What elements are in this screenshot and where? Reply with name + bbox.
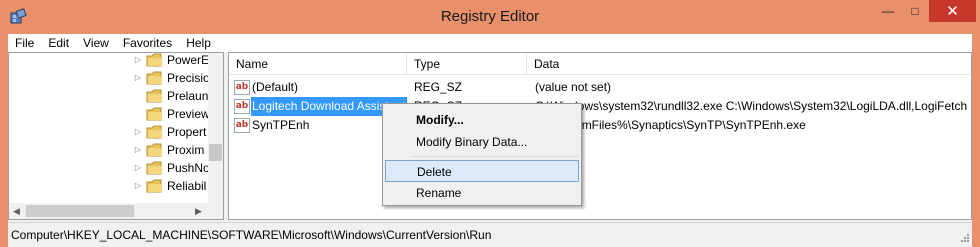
tree-item[interactable]: ▷ PowerE (9, 53, 208, 69)
context-menu-rename[interactable]: Rename (385, 182, 579, 204)
title-bar[interactable]: Registry Editor — □ ✕ (0, 0, 980, 34)
column-header-name[interactable]: Name (229, 53, 407, 75)
menu-help[interactable]: Help (179, 36, 218, 50)
tree-item[interactable]: ▷ Propert (9, 123, 208, 141)
tree-item[interactable]: ▷ Reliabil (9, 177, 208, 195)
value-row-selected[interactable]: ab Logitech Download Assistant REG_SZ C:… (229, 97, 971, 116)
tree-item-label: PushNo (167, 161, 208, 175)
expand-arrow-icon[interactable]: ▷ (134, 181, 142, 191)
context-menu-modify[interactable]: Modify... (385, 109, 579, 131)
close-button[interactable]: ✕ (929, 0, 976, 22)
value-data: C:\Windows\system32\rundll32.exe C:\Wind… (535, 99, 968, 113)
tree-item-label: Propert (167, 125, 207, 139)
folder-icon (146, 89, 162, 103)
menu-view[interactable]: View (76, 36, 116, 50)
minimize-button[interactable]: — (874, 0, 902, 22)
folder-icon (146, 161, 162, 175)
expand-arrow-icon[interactable] (134, 109, 142, 119)
expand-arrow-icon[interactable]: ▷ (134, 127, 142, 137)
folder-icon (146, 125, 162, 139)
value-data: (value not set) (535, 80, 612, 94)
tree-item-label: Precisio (167, 71, 208, 85)
scroll-left-arrow-icon[interactable]: ◀ (13, 206, 20, 217)
context-menu: Modify... Modify Binary Data... Delete R… (382, 103, 582, 206)
folder-icon (146, 53, 162, 67)
context-menu-modify-binary[interactable]: Modify Binary Data... (385, 131, 579, 153)
tree-item[interactable]: ▷ Proxim (9, 141, 208, 159)
tree-horizontal-scroll-thumb[interactable] (26, 205, 134, 217)
window-title: Registry Editor (440, 8, 540, 25)
values-list-header: Name Type Data (229, 53, 971, 75)
tree-item-label: Preview (167, 107, 208, 121)
tree-vertical-scroll-thumb[interactable] (209, 144, 222, 161)
menu-edit[interactable]: Edit (41, 36, 76, 50)
column-header-data[interactable]: Data (527, 53, 971, 75)
tree-item[interactable]: ▷ PushNo (9, 159, 208, 177)
tree-item-label: Reliabil (167, 179, 207, 193)
maximize-button[interactable]: □ (902, 0, 928, 22)
expand-arrow-icon[interactable] (134, 91, 142, 101)
tree-vertical-scrollbar[interactable] (208, 53, 223, 203)
string-value-icon: ab (234, 118, 250, 133)
menu-bar: File Edit View Favorites Help (8, 34, 972, 52)
context-menu-delete[interactable]: Delete (385, 160, 579, 182)
folder-icon (146, 71, 162, 85)
expand-arrow-icon[interactable]: ▷ (134, 163, 142, 173)
context-menu-separator (412, 156, 578, 157)
status-bar: Computer\HKEY_LOCAL_MACHINE\SOFTWARE\Mic… (8, 222, 972, 245)
column-header-type[interactable]: Type (407, 53, 527, 75)
folder-icon (146, 179, 162, 193)
string-value-icon: ab (234, 80, 250, 95)
value-row[interactable]: ab SynTPEnh REG_EXPAND_SZ %ProgramFiles%… (229, 116, 971, 135)
tree-item[interactable]: Prelaun (9, 87, 208, 105)
menu-favorites[interactable]: Favorites (116, 36, 179, 50)
expand-arrow-icon[interactable]: ▷ (134, 73, 142, 83)
tree-item[interactable]: Preview (9, 105, 208, 123)
key-tree: ▷ PowerE ▷ Precisio Prelaun Preview ▷ Pr… (9, 53, 208, 203)
string-value-icon: ab (234, 99, 250, 114)
tree-horizontal-scrollbar[interactable]: ◀ ▶ (9, 203, 208, 219)
folder-icon (146, 143, 162, 157)
value-type: REG_SZ (414, 80, 463, 94)
folder-icon (146, 107, 162, 121)
expand-arrow-icon[interactable]: ▷ (134, 145, 142, 155)
expand-arrow-icon[interactable]: ▷ (134, 55, 142, 65)
registry-path: Computer\HKEY_LOCAL_MACHINE\SOFTWARE\Mic… (11, 228, 492, 242)
resize-grip-icon[interactable] (960, 233, 970, 243)
menu-file[interactable]: File (8, 36, 41, 50)
tree-item-label: PowerE (167, 53, 208, 67)
key-tree-pane[interactable]: ▷ PowerE ▷ Precisio Prelaun Preview ▷ Pr… (8, 52, 224, 220)
value-data: %ProgramFiles%\Synaptics\SynTP\SynTPEnh.… (535, 118, 806, 132)
scroll-right-arrow-icon[interactable]: ▶ (195, 206, 202, 217)
value-row[interactable]: ab (Default) REG_SZ (value not set) (229, 78, 971, 97)
values-list-pane[interactable]: Name Type Data ab (Default) REG_SZ (valu… (228, 52, 972, 220)
scrollbar-corner (208, 203, 223, 219)
registry-editor-window: Registry Editor — □ ✕ File Edit View Fav… (0, 0, 980, 247)
tree-item-label: Proxim (167, 143, 205, 157)
value-name: (Default) (252, 80, 299, 94)
tree-item-label: Prelaun (167, 89, 208, 103)
tree-item[interactable]: ▷ Precisio (9, 69, 208, 87)
